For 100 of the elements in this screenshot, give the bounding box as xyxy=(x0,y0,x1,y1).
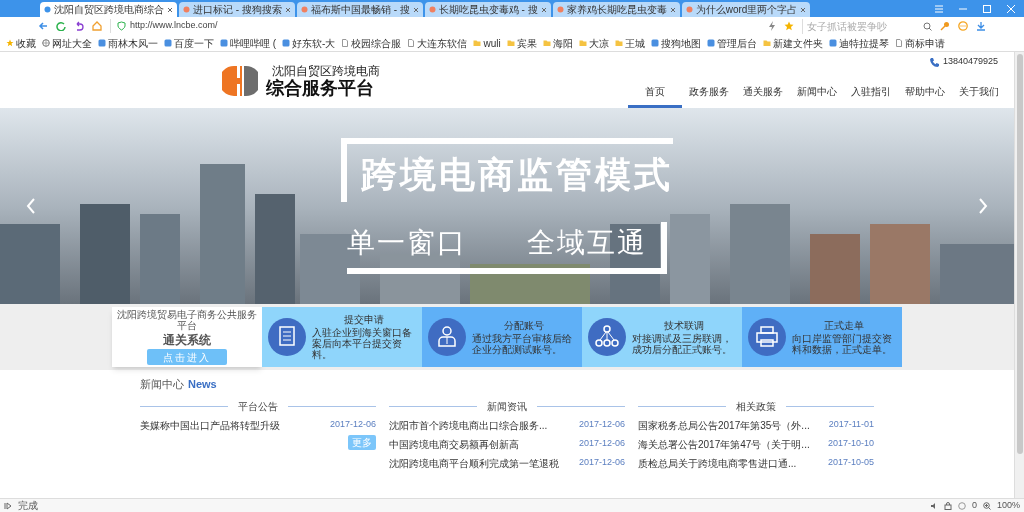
close-icon[interactable] xyxy=(540,6,547,13)
shield-icon xyxy=(117,21,126,31)
bookmark-link[interactable]: 校园综合服 xyxy=(351,35,402,51)
news-link[interactable]: 海关总署公告2017年第47号（关于明... xyxy=(638,436,810,452)
card-title: 通关系统 xyxy=(163,333,211,347)
url-field[interactable]: http://www.lncbe.com/ xyxy=(130,19,218,33)
site-icon xyxy=(164,39,172,47)
block-icon[interactable] xyxy=(957,501,966,510)
bookmark-link[interactable]: 雨林木风一 xyxy=(108,35,158,51)
nav-link[interactable]: 入驻指引 xyxy=(844,78,898,108)
bookmark-link[interactable]: 网址大全 xyxy=(52,35,92,51)
tab[interactable]: 为什么word里两个字占 xyxy=(681,2,811,17)
sidebar-toggle-icon[interactable] xyxy=(4,501,12,510)
bookmark-link[interactable]: 宾果 xyxy=(516,35,537,51)
bookmark-link[interactable]: 大连东软信 xyxy=(417,35,468,51)
back-icon[interactable] xyxy=(38,21,48,31)
chat-icon[interactable] xyxy=(958,21,968,31)
news-link[interactable]: 沈阳市首个跨境电商出口综合服务... xyxy=(389,417,548,433)
bookmark-link[interactable]: 哔哩哔哩 ( xyxy=(230,35,277,51)
step-description: 对接调试及三房联调，成功后分配正式账号。 xyxy=(632,332,733,355)
close-icon[interactable] xyxy=(669,6,676,13)
nav-link[interactable]: 政务服务 xyxy=(682,78,736,108)
chevron-left-icon[interactable] xyxy=(26,198,36,214)
download-icon[interactable] xyxy=(976,21,986,31)
person-icon xyxy=(428,318,466,356)
bookmark-link[interactable]: 商标申请 xyxy=(904,35,945,51)
news-link[interactable]: 国家税务总局公告2017年第35号（外... xyxy=(638,417,810,433)
bookmark-link[interactable]: 百度一下 xyxy=(174,35,214,51)
bookmark-link[interactable]: 新建文件夹 xyxy=(772,35,823,51)
tab[interactable]: 沈阳自贸区跨境电商综合 xyxy=(40,2,177,17)
close-icon[interactable] xyxy=(800,6,807,13)
step-description: 入驻企业到海关窗口备案后向本平台提交资料。 xyxy=(312,327,413,360)
star-icon[interactable] xyxy=(784,21,794,31)
nav-link[interactable]: 新闻中心 xyxy=(790,78,844,108)
folder-icon xyxy=(762,39,771,47)
chevron-right-icon[interactable] xyxy=(978,198,988,214)
news-date: 2017-12-06 xyxy=(578,456,625,470)
site-icon xyxy=(706,39,715,47)
bookmark-link[interactable]: 迪特拉提琴 xyxy=(838,35,889,51)
phone-number: 13840479925 xyxy=(942,55,998,69)
lock-icon[interactable] xyxy=(943,501,952,510)
menu-icon[interactable] xyxy=(934,3,944,14)
column-title: 相关政策 xyxy=(736,399,776,414)
search-icon[interactable] xyxy=(923,21,932,31)
folder-icon xyxy=(473,39,482,47)
tab[interactable]: 福布斯中国最畅销 - 搜 xyxy=(296,2,423,17)
news-link[interactable]: 美媒称中国出口产品将转型升级 xyxy=(140,417,280,433)
site-icon xyxy=(282,39,291,47)
news-date: 2017-12-06 xyxy=(578,437,625,451)
status-text: 完成 xyxy=(18,499,38,512)
tab-title: 进口标记 - 搜狗搜索 xyxy=(193,3,282,17)
home-icon[interactable] xyxy=(92,21,102,31)
page-icon xyxy=(183,6,190,13)
news-date: 2017-10-10 xyxy=(827,437,874,451)
undo-icon[interactable] xyxy=(74,21,84,31)
step-description: 向口岸监管部门提交资料和数据，正式走单。 xyxy=(792,332,893,355)
tab[interactable]: 家养鸡长期吃昆虫变毒 xyxy=(552,2,680,17)
lightning-icon[interactable] xyxy=(768,21,776,31)
news-heading-english: News xyxy=(188,377,217,392)
bookmark-link[interactable]: 海阳 xyxy=(552,35,573,51)
zoom-level[interactable]: 100% xyxy=(996,498,1020,512)
tab-title: 沈阳自贸区跨境电商综合 xyxy=(54,3,164,17)
scrollbar[interactable] xyxy=(1014,52,1024,498)
tab-title: 家养鸡长期吃昆虫变毒 xyxy=(566,3,667,17)
close-icon[interactable] xyxy=(284,6,291,13)
news-link[interactable]: 沈阳跨境电商平台顺利完成第一笔退税 xyxy=(389,455,559,471)
site-icon xyxy=(98,39,106,47)
news-date: 2017-12-06 xyxy=(578,418,625,432)
tab[interactable]: 进口标记 - 搜狗搜索 xyxy=(179,2,295,17)
page-icon xyxy=(894,39,903,47)
page-icon xyxy=(556,6,564,13)
bookmark-link[interactable]: 管理后台 xyxy=(716,35,757,51)
nav-link[interactable]: 关于我们 xyxy=(952,78,1006,108)
bookmark-link[interactable]: 收藏 xyxy=(16,35,36,51)
key-icon[interactable] xyxy=(940,21,950,31)
close-icon[interactable] xyxy=(412,6,419,13)
zoom-icon[interactable] xyxy=(982,501,991,510)
maximize-icon[interactable] xyxy=(982,3,992,14)
bookmark-link[interactable]: 王城 xyxy=(624,35,645,51)
logo-icon xyxy=(222,64,258,98)
card-subtitle: 沈阳跨境贸易电子商务公共服务平台 xyxy=(116,309,258,331)
star-icon xyxy=(6,39,14,47)
news-link[interactable]: 质检总局关于跨境电商零售进口通... xyxy=(638,455,797,471)
bookmark-link[interactable]: 大凉 xyxy=(588,35,609,51)
folder-icon xyxy=(578,39,587,47)
tab[interactable]: 长期吃昆虫变毒鸡 - 搜 xyxy=(424,2,551,17)
bookmark-link[interactable]: wuli xyxy=(483,35,501,51)
refresh-icon[interactable] xyxy=(56,21,66,31)
nav-link[interactable]: 帮助中心 xyxy=(898,78,952,108)
network-icon xyxy=(588,318,626,356)
nav-link[interactable]: 通关服务 xyxy=(736,78,790,108)
step-title: 分配账号 xyxy=(504,319,544,332)
folder-icon xyxy=(542,39,551,47)
close-icon[interactable] xyxy=(167,6,173,13)
speaker-icon[interactable] xyxy=(929,501,938,510)
bookmark-link[interactable]: 好东软-大 xyxy=(292,35,336,51)
news-link[interactable]: 中国跨境电商交易额再创新高 xyxy=(389,436,519,452)
page-icon xyxy=(407,39,416,47)
bookmark-link[interactable]: 搜狗地图 xyxy=(660,35,701,51)
site-icon xyxy=(828,39,837,47)
